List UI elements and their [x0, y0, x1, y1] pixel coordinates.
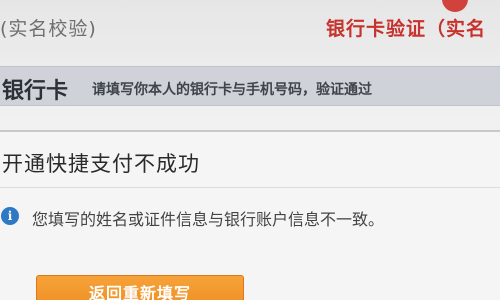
info-icon: i — [1, 207, 19, 225]
divider — [0, 187, 500, 188]
screen: (实名校验) 银行卡验证（实名 银行卡 请填写你本人的银行卡与手机号码，验证通过… — [0, 0, 500, 300]
result-panel: 开通快捷支付不成功 i 您填写的姓名或证件信息与银行账户信息不一致。 返回重新填… — [0, 130, 500, 300]
section-title: 银行卡 — [2, 79, 69, 104]
return-refill-button[interactable]: 返回重新填写 — [36, 275, 244, 300]
info-message-row: i 您填写的姓名或证件信息与银行账户信息不一致。 — [0, 206, 500, 229]
step-progress-bar: (实名校验) 银行卡验证（实名 — [0, 0, 500, 55]
error-message: 您填写的姓名或证件信息与银行账户信息不一致。 — [32, 210, 385, 229]
step-current-label: 银行卡验证（实名 — [326, 18, 487, 40]
section-description: 请填写你本人的银行卡与手机号码，验证通过 — [92, 82, 372, 98]
result-title: 开通快捷支付不成功 — [2, 152, 200, 176]
section-header: 银行卡 请填写你本人的银行卡与手机号码，验证通过 — [0, 66, 500, 106]
step-previous-label: (实名校验) — [0, 18, 97, 40]
step-marker-icon — [442, 0, 468, 12]
